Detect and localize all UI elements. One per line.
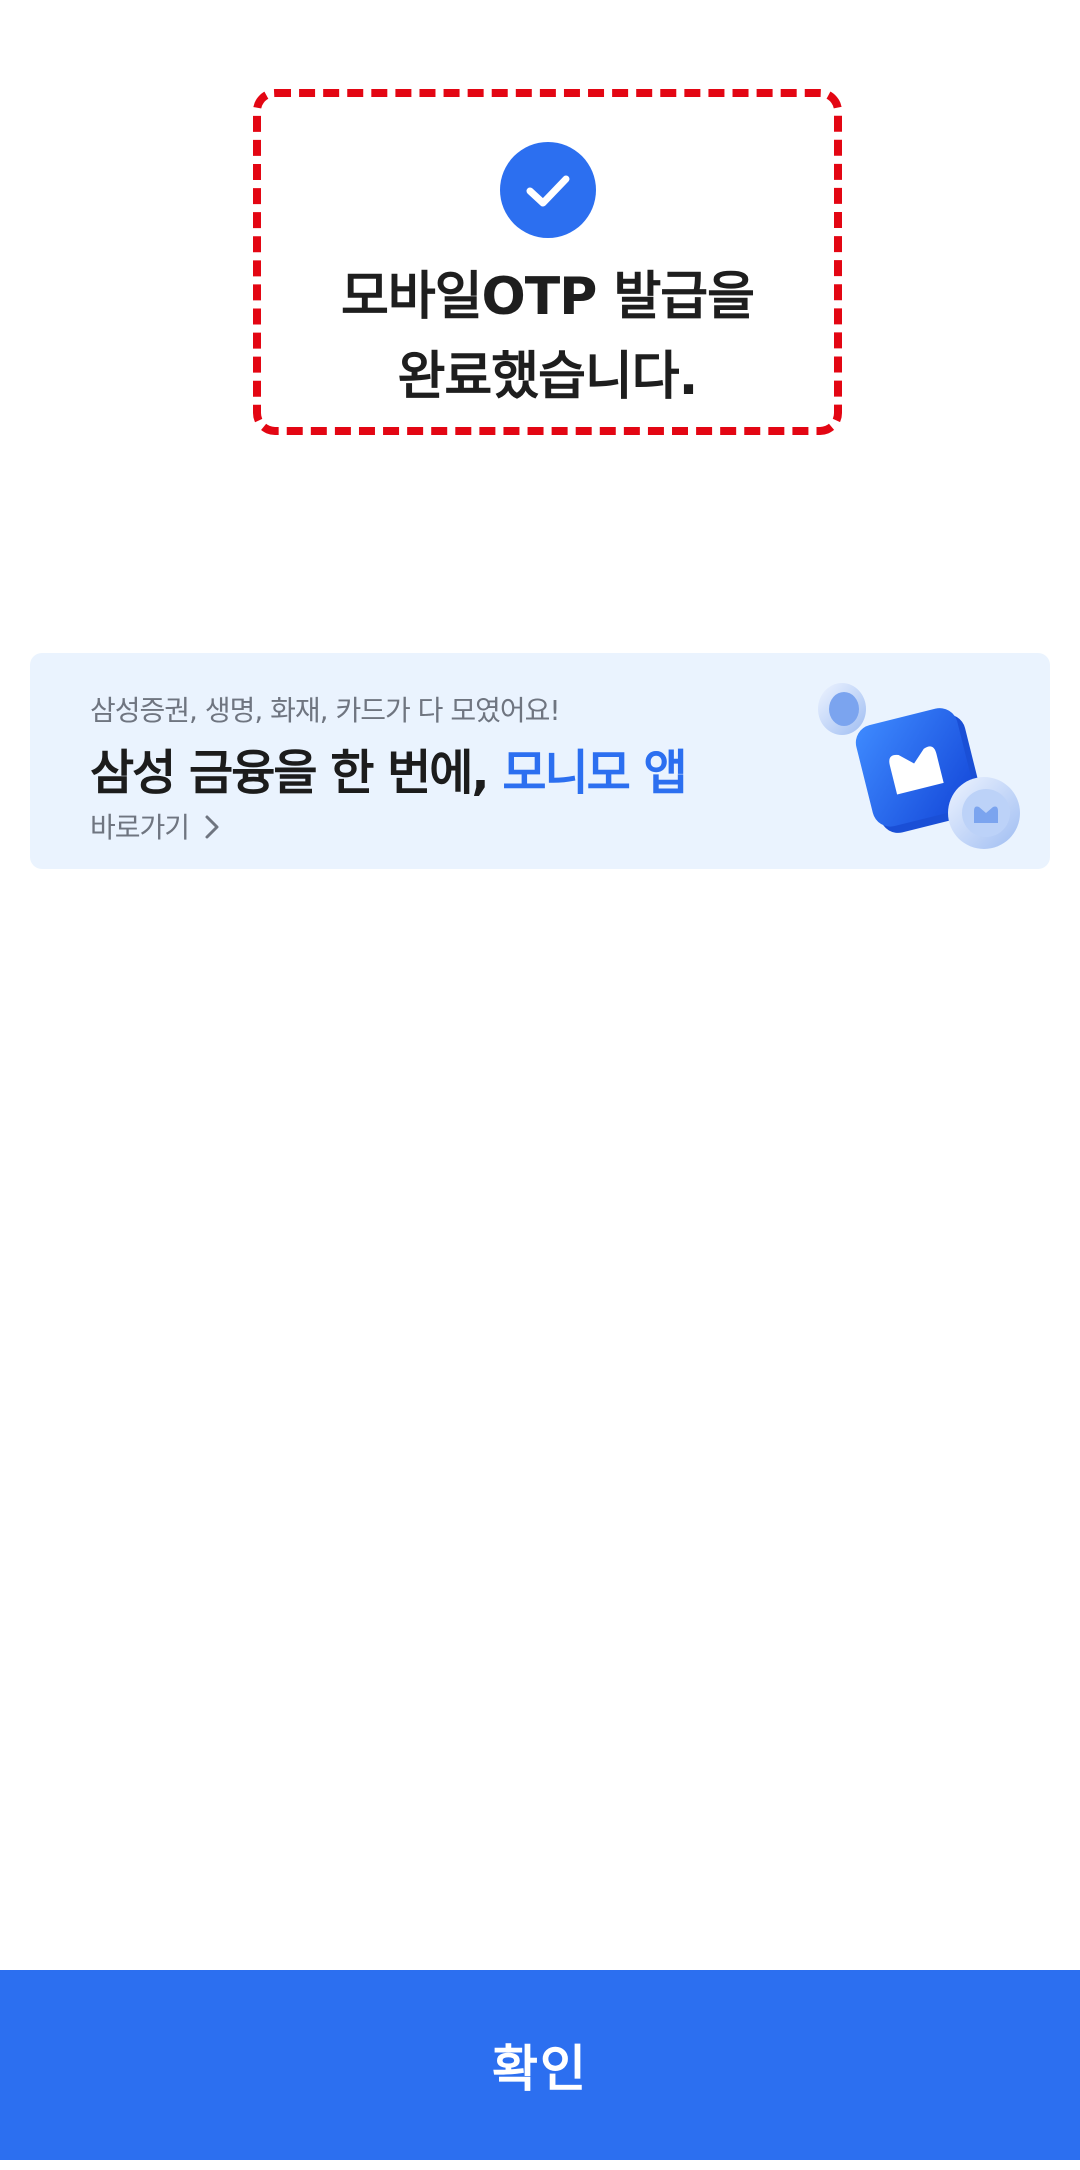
bottom-strip <box>0 2160 1080 2170</box>
chevron-right-icon <box>195 811 221 844</box>
monimo-app-icon <box>782 671 1042 861</box>
completion-title: 모바일OTP 발급을 완료했습니다. <box>261 257 834 417</box>
completion-title-line2: 완료했습니다. <box>397 347 699 407</box>
completion-panel: 모바일OTP 발급을 완료했습니다. <box>253 89 842 435</box>
monimo-banner[interactable]: 삼성증권, 생명, 화재, 카드가 다 모였어요! 삼성 금융을 한 번에, 모… <box>30 653 1050 869</box>
banner-shortcut-link[interactable]: 바로가기 <box>90 806 221 846</box>
banner-title-main: 삼성 금융을 한 번에, <box>90 745 503 801</box>
banner-subtitle: 삼성증권, 생명, 화재, 카드가 다 모였어요! <box>90 694 561 727</box>
completion-title-line1: 모바일OTP 발급을 <box>341 267 755 327</box>
banner-title-accent: 모니모 앱 <box>502 745 687 801</box>
check-icon <box>499 142 596 238</box>
confirm-button[interactable]: 확인 <box>0 1970 1080 2160</box>
banner-link-label: 바로가기 <box>90 811 190 844</box>
otp-complete-screen: 모바일OTP 발급을 완료했습니다. 삼성증권, 생명, 화재, 카드가 다 모… <box>0 0 1080 2170</box>
banner-title: 삼성 금융을 한 번에, 모니모 앱 <box>90 733 688 803</box>
